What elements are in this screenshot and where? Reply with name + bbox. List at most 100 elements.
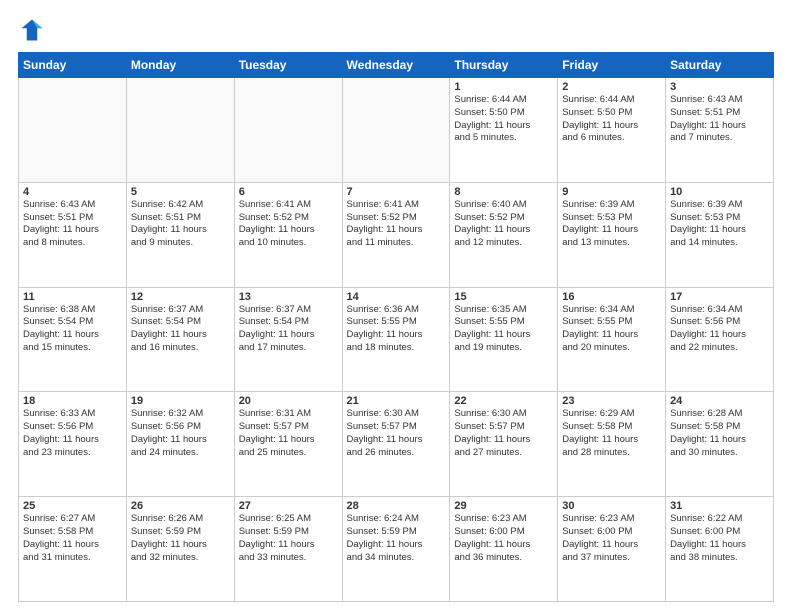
day-detail: Sunrise: 6:41 AMSunset: 5:52 PMDaylight:… [347, 199, 446, 250]
calendar-cell: 1Sunrise: 6:44 AMSunset: 5:50 PMDaylight… [450, 78, 558, 183]
day-number: 19 [131, 395, 230, 407]
calendar-cell [234, 78, 342, 183]
day-detail: Sunrise: 6:42 AMSunset: 5:51 PMDaylight:… [131, 199, 230, 250]
day-detail: Sunrise: 6:30 AMSunset: 5:57 PMDaylight:… [454, 408, 553, 459]
day-detail: Sunrise: 6:25 AMSunset: 5:59 PMDaylight:… [239, 513, 338, 564]
calendar-cell: 29Sunrise: 6:23 AMSunset: 6:00 PMDayligh… [450, 497, 558, 602]
day-detail: Sunrise: 6:30 AMSunset: 5:57 PMDaylight:… [347, 408, 446, 459]
calendar-table: SundayMondayTuesdayWednesdayThursdayFrid… [18, 52, 774, 602]
day-detail: Sunrise: 6:43 AMSunset: 5:51 PMDaylight:… [23, 199, 122, 250]
calendar-cell: 2Sunrise: 6:44 AMSunset: 5:50 PMDaylight… [558, 78, 666, 183]
day-detail: Sunrise: 6:32 AMSunset: 5:56 PMDaylight:… [131, 408, 230, 459]
calendar-cell: 7Sunrise: 6:41 AMSunset: 5:52 PMDaylight… [342, 182, 450, 287]
calendar-cell: 3Sunrise: 6:43 AMSunset: 5:51 PMDaylight… [666, 78, 774, 183]
calendar-cell: 6Sunrise: 6:41 AMSunset: 5:52 PMDaylight… [234, 182, 342, 287]
day-detail: Sunrise: 6:29 AMSunset: 5:58 PMDaylight:… [562, 408, 661, 459]
day-number: 15 [454, 291, 553, 303]
day-detail: Sunrise: 6:37 AMSunset: 5:54 PMDaylight:… [131, 304, 230, 355]
day-detail: Sunrise: 6:40 AMSunset: 5:52 PMDaylight:… [454, 199, 553, 250]
calendar-cell: 12Sunrise: 6:37 AMSunset: 5:54 PMDayligh… [126, 287, 234, 392]
day-detail: Sunrise: 6:31 AMSunset: 5:57 PMDaylight:… [239, 408, 338, 459]
calendar-cell: 20Sunrise: 6:31 AMSunset: 5:57 PMDayligh… [234, 392, 342, 497]
day-number: 3 [670, 81, 769, 93]
calendar-cell: 9Sunrise: 6:39 AMSunset: 5:53 PMDaylight… [558, 182, 666, 287]
day-detail: Sunrise: 6:38 AMSunset: 5:54 PMDaylight:… [23, 304, 122, 355]
calendar-cell [19, 78, 127, 183]
calendar-cell: 14Sunrise: 6:36 AMSunset: 5:55 PMDayligh… [342, 287, 450, 392]
day-number: 30 [562, 500, 661, 512]
calendar-header-tuesday: Tuesday [234, 53, 342, 78]
day-number: 16 [562, 291, 661, 303]
calendar-header-saturday: Saturday [666, 53, 774, 78]
calendar-cell: 28Sunrise: 6:24 AMSunset: 5:59 PMDayligh… [342, 497, 450, 602]
calendar-cell: 15Sunrise: 6:35 AMSunset: 5:55 PMDayligh… [450, 287, 558, 392]
calendar-cell: 19Sunrise: 6:32 AMSunset: 5:56 PMDayligh… [126, 392, 234, 497]
calendar-cell: 25Sunrise: 6:27 AMSunset: 5:58 PMDayligh… [19, 497, 127, 602]
calendar-cell: 30Sunrise: 6:23 AMSunset: 6:00 PMDayligh… [558, 497, 666, 602]
day-number: 12 [131, 291, 230, 303]
day-detail: Sunrise: 6:23 AMSunset: 6:00 PMDaylight:… [454, 513, 553, 564]
day-number: 2 [562, 81, 661, 93]
day-number: 27 [239, 500, 338, 512]
day-detail: Sunrise: 6:35 AMSunset: 5:55 PMDaylight:… [454, 304, 553, 355]
day-number: 21 [347, 395, 446, 407]
day-detail: Sunrise: 6:43 AMSunset: 5:51 PMDaylight:… [670, 94, 769, 145]
day-number: 25 [23, 500, 122, 512]
day-detail: Sunrise: 6:37 AMSunset: 5:54 PMDaylight:… [239, 304, 338, 355]
day-detail: Sunrise: 6:44 AMSunset: 5:50 PMDaylight:… [562, 94, 661, 145]
calendar-cell [342, 78, 450, 183]
day-number: 29 [454, 500, 553, 512]
calendar-cell: 5Sunrise: 6:42 AMSunset: 5:51 PMDaylight… [126, 182, 234, 287]
calendar-cell [126, 78, 234, 183]
calendar-cell: 16Sunrise: 6:34 AMSunset: 5:55 PMDayligh… [558, 287, 666, 392]
calendar-cell: 17Sunrise: 6:34 AMSunset: 5:56 PMDayligh… [666, 287, 774, 392]
calendar-header-wednesday: Wednesday [342, 53, 450, 78]
calendar-week-4: 18Sunrise: 6:33 AMSunset: 5:56 PMDayligh… [19, 392, 774, 497]
day-number: 1 [454, 81, 553, 93]
day-number: 20 [239, 395, 338, 407]
day-detail: Sunrise: 6:22 AMSunset: 6:00 PMDaylight:… [670, 513, 769, 564]
day-number: 6 [239, 186, 338, 198]
calendar-cell: 26Sunrise: 6:26 AMSunset: 5:59 PMDayligh… [126, 497, 234, 602]
day-detail: Sunrise: 6:34 AMSunset: 5:56 PMDaylight:… [670, 304, 769, 355]
calendar-cell: 27Sunrise: 6:25 AMSunset: 5:59 PMDayligh… [234, 497, 342, 602]
calendar-header-friday: Friday [558, 53, 666, 78]
logo-icon [18, 16, 46, 44]
day-number: 18 [23, 395, 122, 407]
calendar-header-row: SundayMondayTuesdayWednesdayThursdayFrid… [19, 53, 774, 78]
day-number: 9 [562, 186, 661, 198]
calendar-header-thursday: Thursday [450, 53, 558, 78]
day-detail: Sunrise: 6:26 AMSunset: 5:59 PMDaylight:… [131, 513, 230, 564]
calendar-header-monday: Monday [126, 53, 234, 78]
day-detail: Sunrise: 6:36 AMSunset: 5:55 PMDaylight:… [347, 304, 446, 355]
day-number: 31 [670, 500, 769, 512]
day-number: 5 [131, 186, 230, 198]
day-number: 14 [347, 291, 446, 303]
calendar-cell: 10Sunrise: 6:39 AMSunset: 5:53 PMDayligh… [666, 182, 774, 287]
day-number: 13 [239, 291, 338, 303]
day-number: 24 [670, 395, 769, 407]
day-detail: Sunrise: 6:33 AMSunset: 5:56 PMDaylight:… [23, 408, 122, 459]
calendar-cell: 23Sunrise: 6:29 AMSunset: 5:58 PMDayligh… [558, 392, 666, 497]
day-number: 17 [670, 291, 769, 303]
day-number: 28 [347, 500, 446, 512]
calendar-cell: 13Sunrise: 6:37 AMSunset: 5:54 PMDayligh… [234, 287, 342, 392]
day-detail: Sunrise: 6:44 AMSunset: 5:50 PMDaylight:… [454, 94, 553, 145]
logo [18, 16, 50, 44]
day-detail: Sunrise: 6:41 AMSunset: 5:52 PMDaylight:… [239, 199, 338, 250]
day-number: 4 [23, 186, 122, 198]
calendar-cell: 18Sunrise: 6:33 AMSunset: 5:56 PMDayligh… [19, 392, 127, 497]
day-number: 8 [454, 186, 553, 198]
day-detail: Sunrise: 6:27 AMSunset: 5:58 PMDaylight:… [23, 513, 122, 564]
calendar-week-3: 11Sunrise: 6:38 AMSunset: 5:54 PMDayligh… [19, 287, 774, 392]
day-number: 22 [454, 395, 553, 407]
calendar-cell: 8Sunrise: 6:40 AMSunset: 5:52 PMDaylight… [450, 182, 558, 287]
calendar-cell: 21Sunrise: 6:30 AMSunset: 5:57 PMDayligh… [342, 392, 450, 497]
day-detail: Sunrise: 6:39 AMSunset: 5:53 PMDaylight:… [562, 199, 661, 250]
day-number: 7 [347, 186, 446, 198]
day-number: 23 [562, 395, 661, 407]
day-number: 11 [23, 291, 122, 303]
calendar-week-1: 1Sunrise: 6:44 AMSunset: 5:50 PMDaylight… [19, 78, 774, 183]
calendar-cell: 4Sunrise: 6:43 AMSunset: 5:51 PMDaylight… [19, 182, 127, 287]
calendar-cell: 22Sunrise: 6:30 AMSunset: 5:57 PMDayligh… [450, 392, 558, 497]
